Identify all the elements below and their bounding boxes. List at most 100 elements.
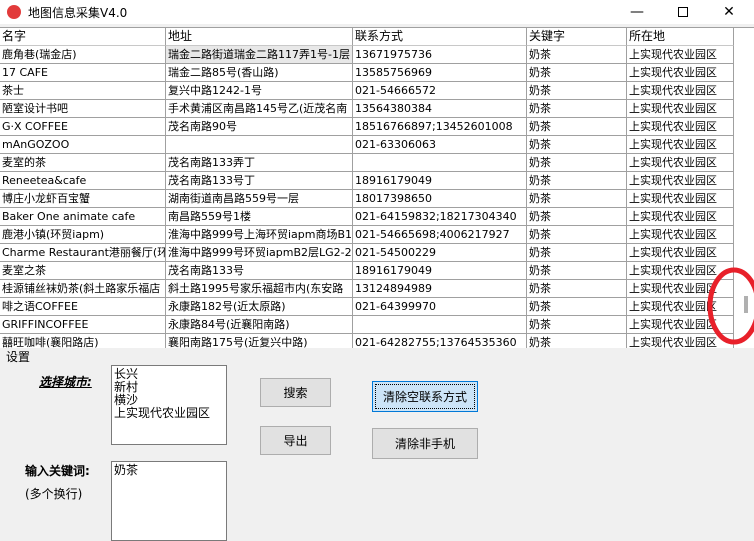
table-cell[interactable]: 021-54500229 <box>353 244 527 262</box>
table-cell[interactable]: 淮海中路999号上海环贸iapm商场B1 <box>166 226 353 244</box>
search-button[interactable]: 搜索 <box>260 378 331 407</box>
table-cell[interactable]: 茂名南路133号 <box>166 262 353 280</box>
export-button[interactable]: 导出 <box>260 426 331 455</box>
keyword-input[interactable]: 奶茶 <box>111 461 227 541</box>
table-cell[interactable]: Baker One animate cafe <box>0 208 166 226</box>
table-cell[interactable]: 鹿角巷(瑞金店) <box>0 46 166 64</box>
table-cell[interactable]: 奶茶 <box>527 208 627 226</box>
table-cell[interactable]: 18916179049 <box>353 262 527 280</box>
table-cell[interactable]: 奶茶 <box>527 100 627 118</box>
column-header[interactable]: 名字 <box>0 28 166 46</box>
close-button[interactable]: ✕ <box>706 0 752 24</box>
table-cell[interactable]: GRIFFINCOFFEE <box>0 316 166 334</box>
table-cell[interactable]: 上实现代农业园区 <box>627 136 734 154</box>
column-header[interactable]: 地址 <box>166 28 353 46</box>
table-cell[interactable]: 奶茶 <box>527 118 627 136</box>
table-cell[interactable]: 麦室之茶 <box>0 262 166 280</box>
table-cell[interactable]: 上实现代农业园区 <box>627 82 734 100</box>
table-cell[interactable]: 湖南街道南昌路559号一层 <box>166 190 353 208</box>
table-cell[interactable]: 13564380384 <box>353 100 527 118</box>
table-cell[interactable]: 上实现代农业园区 <box>627 190 734 208</box>
table-row[interactable]: 鹿角巷(瑞金店) 瑞金二路街道瑞金二路117弄1号-1层 13671975736 奶茶… <box>0 46 734 64</box>
maximize-button[interactable] <box>660 0 706 24</box>
column-header[interactable]: 关键字 <box>527 28 627 46</box>
table-cell[interactable]: G·X COFFEE <box>0 118 166 136</box>
table-row[interactable]: 博庄小龙虾百宝蟹 湖南街道南昌路559号一层 18017398650 奶茶 上实现代农业… <box>0 190 734 208</box>
table-cell[interactable]: 茂名南路133号丁 <box>166 172 353 190</box>
clear-empty-contact-button[interactable]: 清除空联系方式 <box>372 381 478 412</box>
table-row[interactable]: G·X COFFEE 茂名南路90号 18516766897;13452601008… <box>0 118 734 136</box>
table-cell[interactable] <box>353 316 527 334</box>
table-cell[interactable]: 奶茶 <box>527 226 627 244</box>
table-cell[interactable]: 啡之语COFFEE <box>0 298 166 316</box>
table-row[interactable]: 茶士 复兴中路1242-1号 021-54666572 奶茶 上实现代农业园区 <box>0 82 734 100</box>
table-cell[interactable]: 上实现代农业园区 <box>627 226 734 244</box>
table-cell[interactable]: 021-64399970 <box>353 298 527 316</box>
table-cell[interactable]: 奶茶 <box>527 316 627 334</box>
table-cell[interactable]: 奶茶 <box>527 172 627 190</box>
table-cell[interactable]: 上实现代农业园区 <box>627 100 734 118</box>
table-cell[interactable] <box>166 136 353 154</box>
table-cell[interactable]: 斜土路1995号家乐福超市内(东安路 <box>166 280 353 298</box>
table-row[interactable]: 麦室之茶 茂名南路133号 18916179049 奶茶 上实现代农业园区 <box>0 262 734 280</box>
table-cell[interactable]: 陋室设计书吧 <box>0 100 166 118</box>
table-cell[interactable]: 奶茶 <box>527 262 627 280</box>
table-cell[interactable]: 17 CAFE <box>0 64 166 82</box>
table-cell[interactable]: 囍旺咖啡(襄阳路店) <box>0 334 166 348</box>
table-cell[interactable]: 手术黄浦区南昌路145号乙(近茂名南 <box>166 100 353 118</box>
table-cell[interactable]: Reneetea&cafe <box>0 172 166 190</box>
table-cell[interactable]: 桂源铺丝袜奶茶(斜土路家乐福店 <box>0 280 166 298</box>
table-cell[interactable]: 18516766897;13452601008 <box>353 118 527 136</box>
table-header[interactable]: 名字 地址 联系方式 关键字 所在地 <box>0 28 734 46</box>
table-cell[interactable]: 复兴中路1242-1号 <box>166 82 353 100</box>
table-cell[interactable]: 奶茶 <box>527 190 627 208</box>
city-list[interactable]: 长兴 新村 横沙 上实现代农业园区 <box>111 365 227 445</box>
table-cell[interactable]: Charme Restaurant港丽餐厅(环贸 <box>0 244 166 262</box>
table-cell[interactable]: 茂名南路90号 <box>166 118 353 136</box>
table-cell[interactable]: 上实现代农业园区 <box>627 172 734 190</box>
table-cell[interactable]: 上实现代农业园区 <box>627 64 734 82</box>
table-cell[interactable]: 021-54665698;4006217927 <box>353 226 527 244</box>
table-row[interactable]: 啡之语COFFEE 永康路182号(近太原路) 021-64399970 奶茶 上实现代… <box>0 298 734 316</box>
clear-non-mobile-button[interactable]: 清除非手机 <box>372 428 478 459</box>
minimize-button[interactable]: — <box>614 0 660 24</box>
table-row[interactable]: mAnGOZOO 021-63306063 奶茶 上实现代农业园区 <box>0 136 734 154</box>
table-cell[interactable]: 淮海中路999号环贸iapmB2层LG2-22 <box>166 244 353 262</box>
table-cell[interactable]: 13585756969 <box>353 64 527 82</box>
table-row[interactable]: 麦室的茶 茂名南路133弄丁 奶茶 上实现代农业园区 <box>0 154 734 172</box>
table-cell[interactable]: 永康路84号(近襄阳南路) <box>166 316 353 334</box>
table-row[interactable]: Reneetea&cafe 茂名南路133号丁 18916179049 奶茶 上实现代农… <box>0 172 734 190</box>
table-cell[interactable]: 021-64282755;13764535360 <box>353 334 527 348</box>
table-cell[interactable]: 奶茶 <box>527 82 627 100</box>
results-table[interactable]: 囍旺咖啡(襄阳路店) 襄阳南路175号(近复兴中路) 021-64282755;13… <box>0 27 754 348</box>
table-cell[interactable]: 博庄小龙虾百宝蟹 <box>0 190 166 208</box>
table-cell[interactable] <box>353 154 527 172</box>
table-cell[interactable]: 13671975736 <box>353 46 527 64</box>
table-row[interactable]: 囍旺咖啡(襄阳路店) 襄阳南路175号(近复兴中路) 021-64282755;13… <box>0 334 734 348</box>
table-cell[interactable]: 鹿港小镇(环贸iapm) <box>0 226 166 244</box>
table-cell[interactable]: 上实现代农业园区 <box>627 46 734 64</box>
table-cell[interactable]: 奶茶 <box>527 154 627 172</box>
table-row[interactable]: Baker One animate cafe 南昌路559号1楼 021-64159… <box>0 208 734 226</box>
table-cell[interactable]: 上实现代农业园区 <box>627 208 734 226</box>
table-row[interactable]: GRIFFINCOFFEE 永康路84号(近襄阳南路) 奶茶 上实现代农业园区 <box>0 316 734 334</box>
table-cell[interactable]: 瑞金二路街道瑞金二路117弄1号-1层 <box>166 46 353 64</box>
table-cell[interactable]: 上实现代农业园区 <box>627 118 734 136</box>
table-cell[interactable]: 麦室的茶 <box>0 154 166 172</box>
table-cell[interactable]: 奶茶 <box>527 64 627 82</box>
table-cell[interactable]: 021-64159832;18217304340 <box>353 208 527 226</box>
table-cell[interactable]: mAnGOZOO <box>0 136 166 154</box>
table-cell[interactable]: 13124894989 <box>353 280 527 298</box>
table-cell[interactable]: 奶茶 <box>527 298 627 316</box>
table-cell[interactable]: 奶茶 <box>527 280 627 298</box>
table-cell[interactable]: 茶士 <box>0 82 166 100</box>
table-row[interactable]: 陋室设计书吧 手术黄浦区南昌路145号乙(近茂名南 13564380384 奶茶 上实现… <box>0 100 734 118</box>
table-cell[interactable]: 茂名南路133弄丁 <box>166 154 353 172</box>
table-cell[interactable]: 瑞金二路85号(香山路) <box>166 64 353 82</box>
table-cell[interactable]: 襄阳南路175号(近复兴中路) <box>166 334 353 348</box>
table-cell[interactable]: 021-54666572 <box>353 82 527 100</box>
table-cell[interactable]: 奶茶 <box>527 46 627 64</box>
table-row[interactable]: 鹿港小镇(环贸iapm) 淮海中路999号上海环贸iapm商场B1 021-5466… <box>0 226 734 244</box>
table-cell[interactable]: 18017398650 <box>353 190 527 208</box>
table-cell[interactable]: 上实现代农业园区 <box>627 154 734 172</box>
